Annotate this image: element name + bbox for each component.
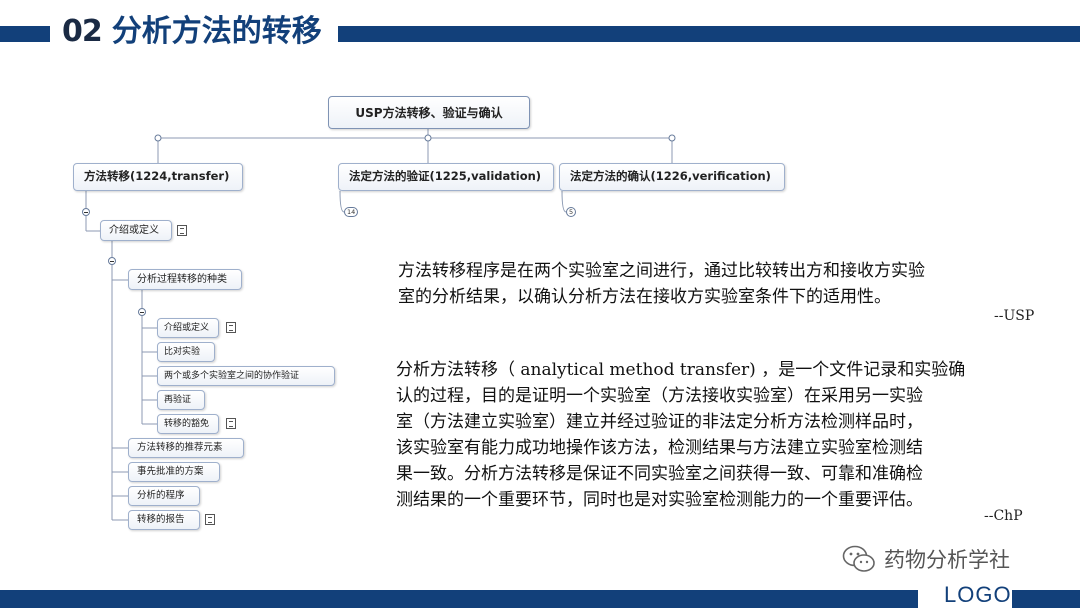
node-analytical-procedure[interactable]: 分析的程序 [128, 486, 200, 506]
mindmap-root-node[interactable]: USP方法转移、验证与确认 [328, 96, 530, 129]
node-transfer-kinds[interactable]: 分析过程转移的种类 [128, 269, 242, 290]
node-kinds-intro[interactable]: 介绍或定义 [157, 318, 219, 338]
chp-source: --ChP [984, 508, 1023, 524]
footer-bar-right [1012, 590, 1080, 608]
note-icon[interactable] [205, 514, 215, 525]
intro-collapse-toggle[interactable] [108, 257, 116, 265]
logo: LOGO [944, 582, 1012, 607]
validation-child-count[interactable]: 14 [344, 207, 359, 217]
node-preapproved-protocol[interactable]: 事先批准的方案 [128, 462, 220, 482]
chp-definition-text: 分析方法转移（ analytical method transfer) ，是一个… [396, 360, 966, 510]
node-intro[interactable]: 介绍或定义 [100, 220, 172, 241]
wechat-watermark: 药物分析学社 [842, 540, 1010, 578]
transfer-collapse-toggle[interactable] [82, 208, 90, 216]
wechat-account-name: 药物分析学社 [884, 548, 1010, 572]
node-revalidation[interactable]: 再验证 [157, 390, 205, 410]
usp-definition-text: 方法转移程序是在两个实验室之间进行，通过比较转出方和接收方实验 室的分析结果，以… [398, 261, 925, 307]
note-icon[interactable] [226, 418, 236, 429]
footer-bar [0, 590, 918, 608]
node-comparative-testing[interactable]: 比对实验 [157, 342, 215, 362]
note-icon[interactable] [226, 322, 236, 333]
note-icon[interactable] [177, 225, 187, 236]
node-transfer-waiver[interactable]: 转移的豁免 [157, 414, 219, 434]
node-method-validation[interactable]: 法定方法的验证(1225,validation) [338, 163, 554, 191]
kinds-collapse-toggle[interactable] [138, 308, 146, 316]
node-method-transfer[interactable]: 方法转移(1224,transfer) [73, 163, 243, 191]
usp-source: --USP [994, 308, 1035, 324]
node-method-verification[interactable]: 法定方法的确认(1226,verification) [559, 163, 785, 191]
node-recommended-elements[interactable]: 方法转移的推荐元素 [128, 438, 244, 458]
wechat-icon [842, 545, 875, 572]
node-transfer-report[interactable]: 转移的报告 [128, 510, 200, 530]
node-collaborative-validation[interactable]: 两个或多个实验室之间的协作验证 [157, 366, 335, 386]
